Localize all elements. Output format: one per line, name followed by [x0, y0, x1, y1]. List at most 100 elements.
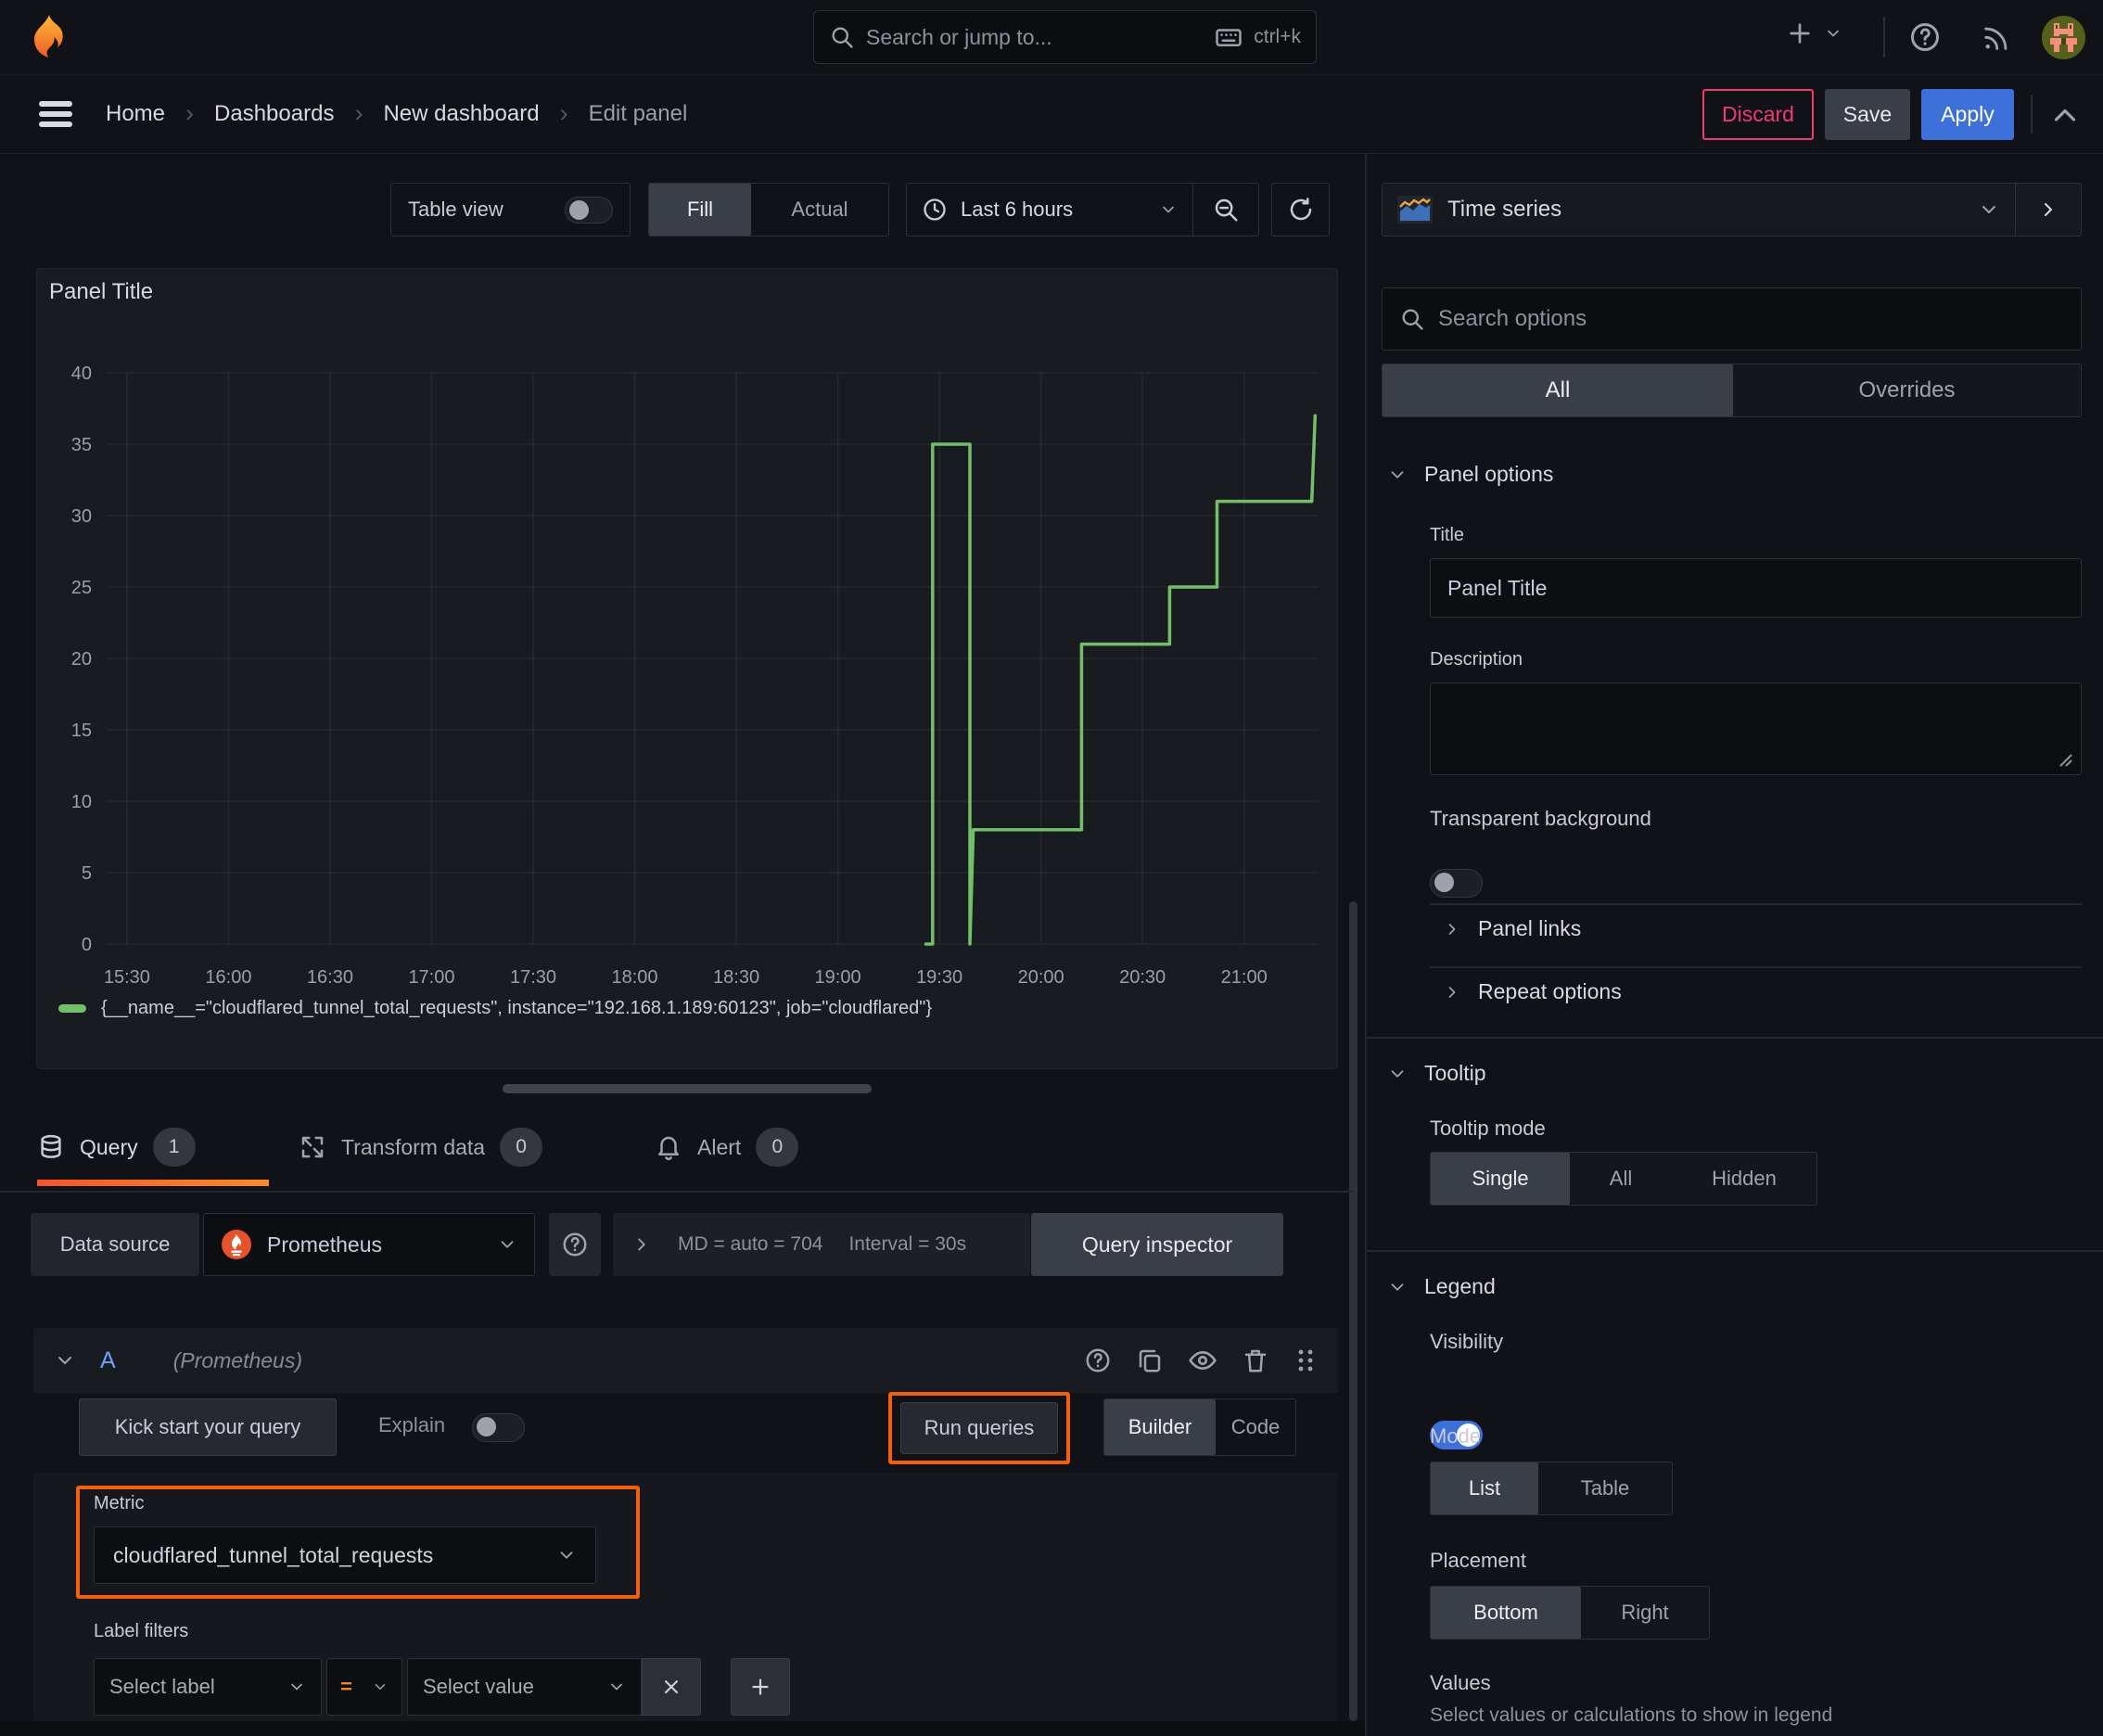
options-pane-border [1365, 154, 1367, 1736]
delete-query-icon[interactable] [1242, 1347, 1269, 1374]
grafana-logo[interactable] [24, 12, 74, 62]
toggle-knob [569, 199, 589, 220]
run-queries-button[interactable]: Run queries [900, 1402, 1058, 1454]
chevron-right-icon[interactable] [631, 1234, 652, 1255]
breadcrumb-new-dashboard[interactable]: New dashboard [383, 101, 539, 127]
add-label-filter-button[interactable] [731, 1658, 790, 1716]
clock-icon [922, 197, 948, 223]
builder-option[interactable]: Builder [1104, 1399, 1216, 1455]
collapse-options-pane-button[interactable] [2047, 98, 2083, 134]
legend-series-label[interactable]: {__name__="cloudflared_tunnel_total_requ… [101, 998, 932, 1019]
tooltip-mode-hidden[interactable]: Hidden [1672, 1153, 1816, 1205]
breadcrumb-dashboards[interactable]: Dashboards [214, 101, 334, 127]
tab-transform-data[interactable]: Transform data 0 [299, 1117, 543, 1178]
chevron-down-icon [1978, 198, 2000, 221]
query-ref-id[interactable]: A [100, 1347, 116, 1374]
divider [1430, 966, 2082, 968]
tooltip-mode-single[interactable]: Single [1431, 1153, 1570, 1205]
datasource-label-chip: Data source [31, 1213, 199, 1276]
search-input[interactable] [866, 24, 1204, 50]
menu-toggle-button[interactable] [35, 96, 76, 132]
add-new-button[interactable] [1785, 19, 1842, 48]
plus-icon [1785, 19, 1815, 48]
panel-title[interactable]: Panel Title [49, 279, 153, 305]
zoom-out-time-button[interactable] [1193, 184, 1258, 236]
tab-alert[interactable]: Alert 0 [655, 1117, 799, 1178]
toggle-knob [477, 1417, 496, 1436]
tab-transform-count: 0 [500, 1128, 543, 1167]
table-view-control[interactable]: Table view [390, 183, 631, 236]
time-range-button[interactable]: Last 6 hours [907, 184, 1192, 236]
legend-mode-table[interactable]: Table [1538, 1462, 1672, 1514]
database-icon [37, 1133, 65, 1161]
breadcrumb-edit-panel: Edit panel [588, 100, 688, 126]
code-option[interactable]: Code [1216, 1399, 1295, 1455]
fill-option[interactable]: Fill [649, 184, 751, 236]
query-inspector-button[interactable]: Query inspector [1031, 1213, 1283, 1276]
explain-toggle[interactable] [472, 1413, 525, 1442]
resize-handle-icon[interactable] [2055, 749, 2075, 770]
query-row-header[interactable]: A (Prometheus) [33, 1328, 1338, 1393]
svg-text:25: 25 [71, 578, 92, 598]
breadcrumb-home[interactable]: Home [106, 101, 165, 127]
options-search-box[interactable] [1382, 287, 2082, 351]
refresh-icon [1287, 196, 1315, 223]
chart-legend[interactable]: {__name__="cloudflared_tunnel_total_requ… [58, 998, 932, 1019]
search-icon [829, 24, 855, 50]
user-avatar[interactable] [2042, 16, 2085, 59]
chevron-up-icon [2047, 98, 2083, 134]
panel-links-title: Panel links [1478, 916, 1582, 940]
svg-text:35: 35 [71, 435, 92, 455]
discard-button[interactable]: Discard [1702, 89, 1814, 140]
datasource-picker[interactable]: Prometheus [203, 1213, 535, 1276]
news-rss-button[interactable] [1981, 22, 2012, 54]
duplicate-query-icon[interactable] [1136, 1347, 1164, 1374]
table-view-toggle[interactable] [565, 196, 613, 223]
refresh-button[interactable] [1271, 183, 1330, 236]
label-filter-operator-select[interactable]: = [326, 1658, 402, 1716]
label-filter-value-select[interactable]: Select value [407, 1658, 642, 1716]
panel-links-header[interactable]: Panel links [1443, 916, 1581, 941]
transparent-background-toggle[interactable] [1430, 869, 1483, 898]
help-button[interactable] [1908, 20, 1942, 54]
apply-button[interactable]: Apply [1921, 89, 2014, 140]
datasource-help-button[interactable] [549, 1213, 601, 1276]
save-button[interactable]: Save [1825, 89, 1910, 140]
metric-select[interactable]: cloudflared_tunnel_total_requests [94, 1526, 596, 1584]
actual-option[interactable]: Actual [751, 184, 888, 236]
left-pane-scrollbar[interactable] [1349, 901, 1357, 1721]
legend-placement-right[interactable]: Right [1581, 1587, 1709, 1639]
description-textarea[interactable] [1430, 683, 2082, 775]
viz-suggestions-button[interactable] [2016, 184, 2081, 236]
placement-label: Placement [1430, 1549, 1526, 1572]
drag-handle-icon[interactable] [1294, 1347, 1318, 1374]
remove-label-filter-button[interactable] [642, 1658, 701, 1716]
options-search-input[interactable] [1438, 306, 2064, 332]
kick-start-query-button[interactable]: Kick start your query [79, 1398, 337, 1456]
query-help-icon[interactable] [1084, 1347, 1112, 1374]
hamburger-icon [35, 96, 76, 132]
tab-overrides[interactable]: Overrides [1733, 364, 2081, 416]
repeat-options-header[interactable]: Repeat options [1443, 979, 1622, 1004]
toggle-visibility-icon[interactable] [1188, 1346, 1217, 1375]
tab-query[interactable]: Query 1 [37, 1117, 196, 1178]
visualization-picker[interactable]: Time series [1382, 183, 2082, 236]
svg-text:0: 0 [82, 935, 92, 955]
time-range-picker: Last 6 hours [906, 183, 1259, 236]
legend-options-header[interactable]: Legend [1387, 1274, 1496, 1299]
label-filter-label-select[interactable]: Select label [94, 1658, 322, 1716]
panel-options-header[interactable]: Panel options [1387, 462, 1553, 487]
tab-transform-label: Transform data [341, 1134, 486, 1159]
tab-all[interactable]: All [1383, 364, 1733, 416]
visibility-label: Visibility [1430, 1330, 1504, 1353]
legend-mode-segmented: List Table [1430, 1462, 1673, 1515]
chevron-down-icon[interactable] [54, 1349, 76, 1372]
legend-placement-bottom[interactable]: Bottom [1431, 1587, 1581, 1639]
panel-title-input[interactable] [1430, 558, 2082, 618]
query-datasource-hint: (Prometheus) [172, 1347, 303, 1372]
legend-mode-list[interactable]: List [1431, 1462, 1538, 1514]
global-search-box[interactable]: ctrl+k [813, 10, 1317, 64]
tooltip-header[interactable]: Tooltip [1387, 1061, 1485, 1086]
panel-resize-drag-bar[interactable] [503, 1084, 872, 1093]
tooltip-mode-all[interactable]: All [1570, 1153, 1672, 1205]
